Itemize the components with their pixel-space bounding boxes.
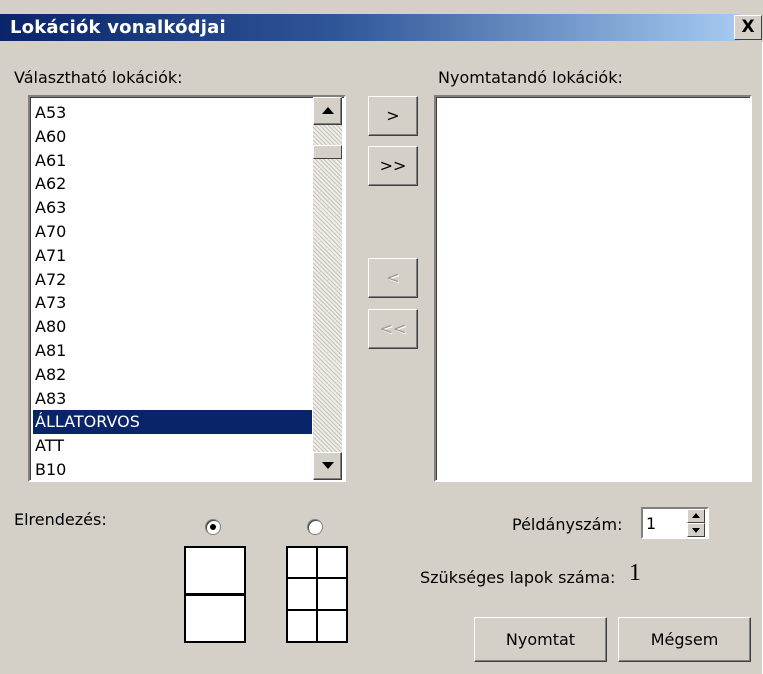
- scroll-up-button[interactable]: [313, 97, 342, 125]
- layout-divider: [288, 577, 346, 579]
- layout-preview-two: [184, 546, 246, 643]
- list-item[interactable]: A70: [33, 220, 312, 244]
- window-title: Lokációk vonalkódjai: [10, 17, 226, 38]
- add-all-button[interactable]: >>: [368, 146, 418, 186]
- available-listbox[interactable]: A53 A60 A61 A62 A63 A70 A71 A72 A73 A80 A81 A82 A83 Á…: [28, 95, 346, 482]
- cancel-button[interactable]: Mégsem: [618, 617, 751, 662]
- close-icon: X: [741, 17, 755, 37]
- list-item[interactable]: B10: [33, 458, 312, 482]
- printable-listbox[interactable]: [434, 95, 752, 482]
- close-button[interactable]: X: [734, 15, 762, 40]
- title-bar: Lokációk vonalkódjai X: [0, 0, 763, 42]
- layout-label: Elrendezés:: [14, 510, 107, 529]
- scroll-down-button[interactable]: [313, 452, 342, 480]
- list-item[interactable]: A60: [33, 125, 312, 149]
- list-item[interactable]: ATT: [33, 434, 312, 458]
- list-item[interactable]: A62: [33, 172, 312, 196]
- remove-all-button[interactable]: <<: [368, 309, 418, 349]
- list-item[interactable]: A80: [33, 315, 312, 339]
- spin-down-button[interactable]: [687, 523, 705, 537]
- list-item[interactable]: A53: [33, 101, 312, 125]
- layout-divider: [288, 609, 346, 611]
- add-one-button[interactable]: >: [368, 96, 418, 136]
- list-item[interactable]: A61: [33, 149, 312, 173]
- remove-one-button[interactable]: <: [368, 258, 418, 298]
- pages-needed-label: Szükséges lapok száma:: [420, 568, 616, 587]
- copies-label: Példányszám:: [512, 515, 623, 534]
- arrow-down-icon: [322, 462, 334, 469]
- layout-divider: [316, 548, 318, 641]
- layout-radio-two[interactable]: [205, 519, 221, 535]
- scroll-thumb[interactable]: [313, 145, 342, 159]
- copies-spin-buttons[interactable]: [687, 509, 705, 537]
- list-item[interactable]: A71: [33, 244, 312, 268]
- arrow-up-icon: [692, 513, 700, 518]
- layout-radio-six[interactable]: [307, 519, 323, 535]
- print-button[interactable]: Nyomtat: [474, 617, 607, 662]
- spin-up-button[interactable]: [687, 509, 705, 523]
- arrow-up-icon: [322, 107, 334, 114]
- pages-needed-value: 1: [629, 560, 641, 586]
- layout-preview-six: [286, 546, 348, 643]
- list-item[interactable]: A81: [33, 339, 312, 363]
- available-list-label: Választható lokációk:: [14, 68, 183, 87]
- available-scrollbar[interactable]: [313, 97, 342, 480]
- list-item[interactable]: A73: [33, 291, 312, 315]
- arrow-down-icon: [692, 528, 700, 533]
- available-items: A53 A60 A61 A62 A63 A70 A71 A72 A73 A80 A81 A82 A83 Á…: [33, 101, 312, 482]
- radio-selected-dot: [210, 524, 216, 530]
- copies-spinner[interactable]: 1: [641, 507, 709, 539]
- list-item[interactable]: A63: [33, 196, 312, 220]
- layout-divider: [186, 593, 244, 596]
- copies-value: 1: [646, 514, 657, 533]
- list-item[interactable]: ÁLLATORVOS: [33, 410, 312, 435]
- list-item[interactable]: A83: [33, 387, 312, 411]
- dialog-window: Lokációk vonalkódjai X Választható lokác…: [0, 0, 763, 674]
- printable-list-label: Nyomtatandó lokációk:: [438, 68, 623, 87]
- list-item[interactable]: A82: [33, 363, 312, 387]
- list-item[interactable]: A72: [33, 268, 312, 292]
